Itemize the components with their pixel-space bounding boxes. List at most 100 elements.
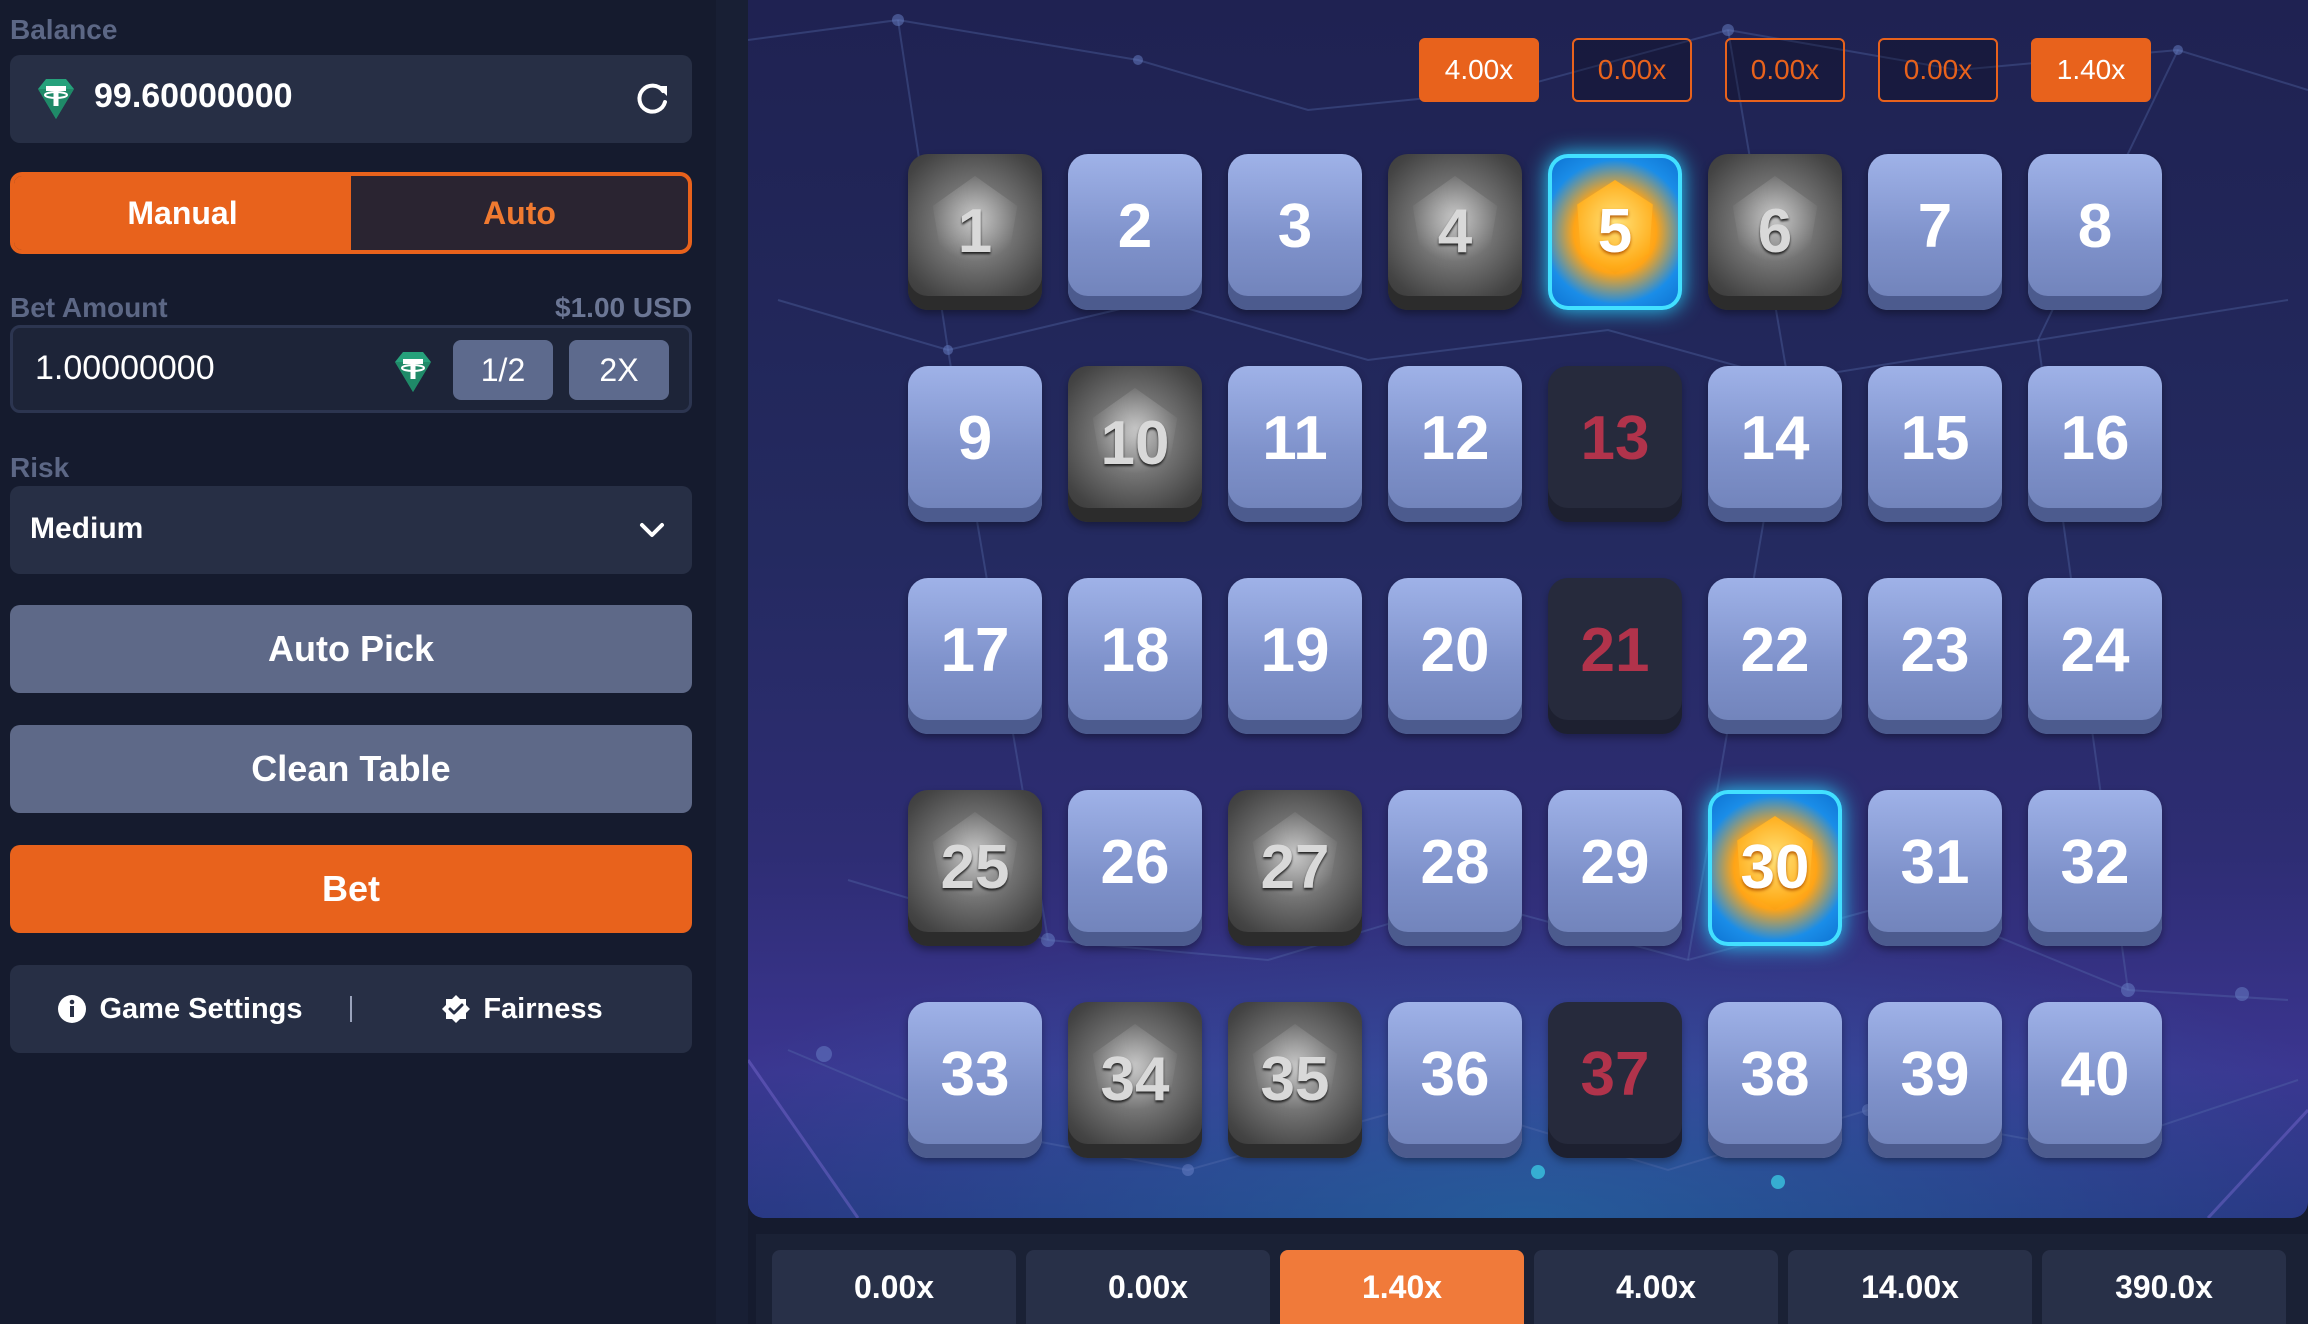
mode-toggle: Manual Auto — [10, 172, 692, 254]
number-tile[interactable]: 26 — [1068, 790, 1202, 946]
payout-cell: 1.40x — [1280, 1250, 1524, 1324]
fairness-link[interactable]: Fairness — [352, 993, 692, 1026]
tile-number: 27 — [1260, 832, 1330, 902]
number-tile[interactable]: 7 — [1868, 154, 2002, 310]
tile-number: 10 — [1100, 408, 1170, 478]
tile-number: 16 — [2060, 403, 2130, 473]
number-tile[interactable]: 30 — [1708, 790, 1842, 946]
tile-number: 1 — [957, 196, 993, 266]
auto-pick-button[interactable]: Auto Pick — [10, 605, 692, 693]
number-tile[interactable]: 4 — [1388, 154, 1522, 310]
bet-amount-field[interactable]: 1.00000000 1/2 2X — [10, 325, 692, 413]
tether-coin-icon — [38, 79, 74, 119]
clean-table-button[interactable]: Clean Table — [10, 725, 692, 813]
fairness-label: Fairness — [483, 992, 603, 1025]
tile-number: 15 — [1900, 403, 1970, 473]
game-settings-link[interactable]: Game Settings — [10, 993, 350, 1026]
number-tile[interactable]: 9 — [908, 366, 1042, 522]
balance-label: Balance — [10, 14, 118, 45]
tile-number: 31 — [1900, 827, 1970, 897]
number-tile[interactable]: 18 — [1068, 578, 1202, 734]
tab-auto[interactable]: Auto — [351, 176, 688, 250]
tile-number: 9 — [957, 403, 993, 473]
number-tile[interactable]: 6 — [1708, 154, 1842, 310]
number-tile[interactable]: 38 — [1708, 1002, 1842, 1158]
payout-table: 0.00x 0.00x 1.40x 4.00x 14.00x 390.0x — [756, 1234, 2308, 1324]
tile-number: 4 — [1437, 196, 1473, 266]
tile-number: 39 — [1900, 1039, 1970, 1109]
hit-multiplier-badge: 4.00x — [1419, 38, 1539, 102]
number-tile[interactable]: 11 — [1228, 366, 1362, 522]
number-tile[interactable]: 33 — [908, 1002, 1042, 1158]
number-tile[interactable]: 3 — [1228, 154, 1362, 310]
number-tile[interactable]: 22 — [1708, 578, 1842, 734]
payout-cell: 4.00x — [1534, 1250, 1778, 1324]
number-tile[interactable]: 34 — [1068, 1002, 1202, 1158]
number-tile[interactable]: 29 — [1548, 790, 1682, 946]
half-bet-button[interactable]: 1/2 — [453, 340, 553, 400]
tile-number: 26 — [1100, 827, 1170, 897]
tab-manual[interactable]: Manual — [14, 176, 351, 250]
number-tile[interactable]: 23 — [1868, 578, 2002, 734]
tile-number: 24 — [2060, 615, 2130, 685]
number-tile[interactable]: 39 — [1868, 1002, 2002, 1158]
tile-number: 19 — [1260, 615, 1330, 685]
bet-amount-input[interactable]: 1.00000000 — [35, 349, 215, 388]
tile-number: 36 — [1420, 1039, 1490, 1109]
number-tile[interactable]: 27 — [1228, 790, 1362, 946]
number-tile[interactable]: 15 — [1868, 366, 2002, 522]
number-tile[interactable]: 1 — [908, 154, 1042, 310]
tile-number: 34 — [1100, 1044, 1170, 1114]
payout-cell: 0.00x — [772, 1250, 1016, 1324]
number-tile[interactable]: 37 — [1548, 1002, 1682, 1158]
info-icon — [58, 995, 87, 1023]
tile-number: 28 — [1420, 827, 1490, 897]
tile-number: 23 — [1900, 615, 1970, 685]
number-tile[interactable]: 17 — [908, 578, 1042, 734]
footer-links: Game Settings Fairness — [10, 965, 692, 1053]
number-tile[interactable]: 28 — [1388, 790, 1522, 946]
double-bet-button[interactable]: 2X — [569, 340, 669, 400]
tile-number: 5 — [1597, 196, 1633, 266]
number-tile[interactable]: 8 — [2028, 154, 2162, 310]
balance-value: 99.60000000 — [94, 77, 293, 115]
number-tile[interactable]: 13 — [1548, 366, 1682, 522]
hit-multiplier-badge: 0.00x — [1572, 38, 1692, 102]
number-tile[interactable]: 5 — [1548, 154, 1682, 310]
number-tile[interactable]: 16 — [2028, 366, 2162, 522]
tile-number: 6 — [1757, 196, 1793, 266]
tile-number: 17 — [940, 615, 1010, 685]
number-tile[interactable]: 12 — [1388, 366, 1522, 522]
number-tile[interactable]: 20 — [1388, 578, 1522, 734]
number-tile[interactable]: 35 — [1228, 1002, 1362, 1158]
number-tile[interactable]: 24 — [2028, 578, 2162, 734]
tile-number: 3 — [1277, 191, 1313, 261]
tile-number: 13 — [1580, 403, 1650, 473]
number-tile[interactable]: 10 — [1068, 366, 1202, 522]
tile-number: 33 — [940, 1039, 1010, 1109]
number-tile[interactable]: 31 — [1868, 790, 2002, 946]
control-panel: Balance 99.60000000 Manual Auto Bet Amou… — [0, 0, 716, 1324]
number-tile[interactable]: 25 — [908, 790, 1042, 946]
tile-number: 20 — [1420, 615, 1490, 685]
tile-number: 29 — [1580, 827, 1650, 897]
panel-divider — [716, 0, 748, 1324]
refresh-icon[interactable] — [630, 77, 674, 121]
number-tile[interactable]: 14 — [1708, 366, 1842, 522]
number-tile[interactable]: 36 — [1388, 1002, 1522, 1158]
hit-multiplier-badge: 0.00x — [1878, 38, 1998, 102]
risk-select[interactable]: Medium — [10, 486, 692, 574]
tether-coin-icon — [395, 352, 431, 392]
number-tile[interactable]: 2 — [1068, 154, 1202, 310]
number-tile[interactable]: 19 — [1228, 578, 1362, 734]
tile-number: 14 — [1740, 403, 1810, 473]
tile-number: 37 — [1580, 1039, 1650, 1109]
balance-label-row: Balance — [10, 14, 692, 46]
hit-multiplier-badge: 0.00x — [1725, 38, 1845, 102]
hit-multiplier-badge: 1.40x — [2031, 38, 2151, 102]
number-tile[interactable]: 40 — [2028, 1002, 2162, 1158]
bet-button[interactable]: Bet — [10, 845, 692, 933]
number-tile[interactable]: 21 — [1548, 578, 1682, 734]
number-tile[interactable]: 32 — [2028, 790, 2162, 946]
tile-number: 12 — [1420, 403, 1490, 473]
